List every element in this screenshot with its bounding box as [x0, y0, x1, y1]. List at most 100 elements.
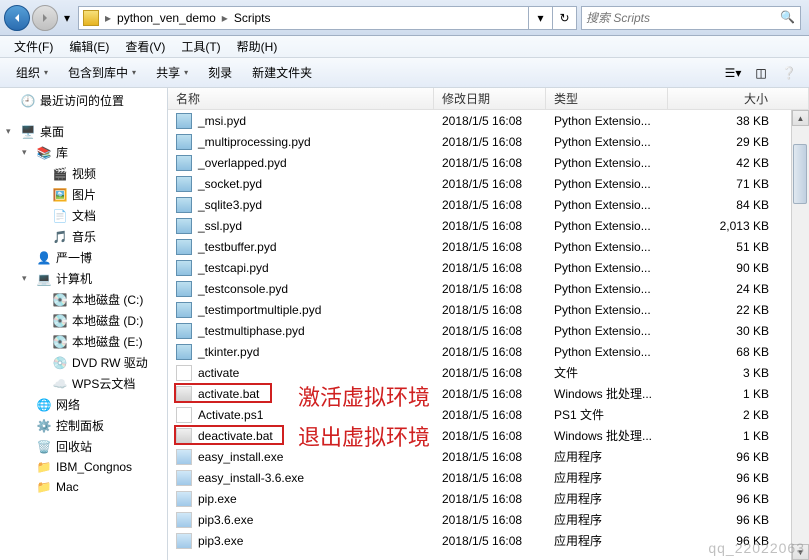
file-row[interactable]: _testimportmultiple.pyd2018/1/5 16:08Pyt… — [168, 299, 809, 320]
chevron-right-icon[interactable]: ▸ — [103, 11, 113, 25]
scroll-up-button[interactable]: ▲ — [792, 110, 809, 126]
menu-view[interactable]: 查看(V) — [117, 38, 173, 55]
dropdown-icon[interactable]: ▾ — [528, 6, 552, 30]
column-type[interactable]: 类型 — [546, 88, 668, 109]
file-row[interactable]: activate.bat2018/1/5 16:08Windows 批处理...… — [168, 383, 809, 404]
tree-computer[interactable]: ▾💻计算机 — [0, 268, 167, 289]
tree-library[interactable]: ▾📚库 — [0, 142, 167, 163]
tree-recent[interactable]: 🕘最近访问的位置 — [0, 90, 167, 111]
scroll-thumb[interactable] — [793, 144, 807, 204]
tree-disk-e[interactable]: 💽本地磁盘 (E:) — [0, 331, 167, 352]
collapse-icon[interactable]: ▾ — [22, 273, 34, 285]
file-row[interactable]: _testbuffer.pyd2018/1/5 16:08Python Exte… — [168, 236, 809, 257]
tree-control[interactable]: ⚙️控制面板 — [0, 415, 167, 436]
watermark: qq_22022063 — [708, 540, 805, 556]
tree-user[interactable]: 👤严一博 — [0, 247, 167, 268]
collapse-icon[interactable]: ▾ — [6, 126, 18, 138]
tree-wps[interactable]: ☁️WPS云文档 — [0, 373, 167, 394]
file-row[interactable]: pip.exe2018/1/5 16:08应用程序96 KB — [168, 488, 809, 509]
computer-icon: 💻 — [36, 271, 52, 287]
disk-icon: 💽 — [52, 334, 68, 350]
file-row[interactable]: _socket.pyd2018/1/5 16:08Python Extensio… — [168, 173, 809, 194]
burn-button[interactable]: 刻录 — [198, 61, 242, 85]
collapse-icon[interactable]: ▾ — [22, 147, 34, 159]
include-button[interactable]: 包含到库中 — [58, 61, 146, 85]
file-row[interactable]: Activate.ps12018/1/5 16:08PS1 文件2 KB — [168, 404, 809, 425]
file-icon — [176, 344, 192, 360]
file-row[interactable]: _sqlite3.pyd2018/1/5 16:08Python Extensi… — [168, 194, 809, 215]
file-type: Python Extensio... — [546, 156, 668, 170]
file-row[interactable]: _msi.pyd2018/1/5 16:08Python Extensio...… — [168, 110, 809, 131]
file-date: 2018/1/5 16:08 — [434, 450, 546, 464]
file-row[interactable]: _testcapi.pyd2018/1/5 16:08Python Extens… — [168, 257, 809, 278]
tree-disk-c[interactable]: 💽本地磁盘 (C:) — [0, 289, 167, 310]
tree-music[interactable]: 🎵音乐 — [0, 226, 167, 247]
breadcrumb-segment[interactable]: Scripts — [230, 7, 275, 29]
tree-network[interactable]: 🌐网络 — [0, 394, 167, 415]
file-row[interactable]: _testmultiphase.pyd2018/1/5 16:08Python … — [168, 320, 809, 341]
search-box[interactable]: 🔍 — [581, 6, 801, 30]
file-icon — [176, 260, 192, 276]
file-type: Python Extensio... — [546, 324, 668, 338]
tree-folder-ibm[interactable]: 📁IBM_Congnos — [0, 457, 167, 477]
tree-video[interactable]: 🎬视频 — [0, 163, 167, 184]
file-type: Python Extensio... — [546, 198, 668, 212]
menu-file[interactable]: 文件(F) — [6, 38, 61, 55]
menu-tools[interactable]: 工具(T) — [173, 38, 228, 55]
menu-edit[interactable]: 编辑(E) — [61, 38, 117, 55]
file-icon — [176, 302, 192, 318]
file-type: Python Extensio... — [546, 114, 668, 128]
file-date: 2018/1/5 16:08 — [434, 471, 546, 485]
back-button[interactable] — [4, 5, 30, 31]
column-name[interactable]: 名称 — [168, 88, 434, 109]
tree-recycle[interactable]: 🗑️回收站 — [0, 436, 167, 457]
forward-button[interactable] — [32, 5, 58, 31]
organize-button[interactable]: 组织 — [6, 61, 58, 85]
tree-desktop[interactable]: ▾🖥️桌面 — [0, 121, 167, 142]
file-row[interactable]: pip3.6.exe2018/1/5 16:08应用程序96 KB — [168, 509, 809, 530]
column-size[interactable]: 大小 — [668, 88, 809, 109]
file-type: Python Extensio... — [546, 240, 668, 254]
file-row[interactable]: easy_install.exe2018/1/5 16:08应用程序96 KB — [168, 446, 809, 467]
refresh-button[interactable]: ↻ — [552, 6, 576, 30]
file-name: activate — [198, 366, 239, 380]
chevron-right-icon[interactable]: ▸ — [220, 11, 230, 25]
toolbar: 组织 包含到库中 共享 刻录 新建文件夹 ☰▾ ◫ ❔ — [0, 58, 809, 88]
file-name: _socket.pyd — [198, 177, 262, 191]
share-button[interactable]: 共享 — [146, 61, 198, 85]
file-row[interactable]: deactivate.bat2018/1/5 16:08Windows 批处理.… — [168, 425, 809, 446]
menu-help[interactable]: 帮助(H) — [229, 38, 286, 55]
tree-picture[interactable]: 🖼️图片 — [0, 184, 167, 205]
new-folder-button[interactable]: 新建文件夹 — [242, 61, 322, 85]
file-name: easy_install-3.6.exe — [198, 471, 304, 485]
file-row[interactable]: activate2018/1/5 16:08文件3 KB — [168, 362, 809, 383]
file-size: 96 KB — [668, 513, 809, 527]
file-row[interactable]: _tkinter.pyd2018/1/5 16:08Python Extensi… — [168, 341, 809, 362]
file-row[interactable]: easy_install-3.6.exe2018/1/5 16:08应用程序96… — [168, 467, 809, 488]
preview-pane-button[interactable]: ◫ — [749, 61, 773, 85]
tree-folder-mac[interactable]: 📁Mac — [0, 477, 167, 497]
file-row[interactable]: _overlapped.pyd2018/1/5 16:08Python Exte… — [168, 152, 809, 173]
tree-docs[interactable]: 📄文档 — [0, 205, 167, 226]
breadcrumb-segment[interactable]: python_ven_demo — [113, 7, 220, 29]
file-row[interactable]: _testconsole.pyd2018/1/5 16:08Python Ext… — [168, 278, 809, 299]
file-icon — [176, 533, 192, 549]
file-date: 2018/1/5 16:08 — [434, 156, 546, 170]
tree-disk-d[interactable]: 💽本地磁盘 (D:) — [0, 310, 167, 331]
search-input[interactable] — [586, 11, 780, 25]
help-button[interactable]: ❔ — [777, 61, 801, 85]
view-mode-button[interactable]: ☰▾ — [721, 61, 745, 85]
file-row[interactable]: _ssl.pyd2018/1/5 16:08Python Extensio...… — [168, 215, 809, 236]
file-name: _tkinter.pyd — [198, 345, 259, 359]
folder-icon: 📁 — [36, 479, 52, 495]
address-bar[interactable]: ▸ python_ven_demo ▸ Scripts ▾ ↻ — [78, 6, 577, 30]
file-name: _sqlite3.pyd — [198, 198, 262, 212]
file-row[interactable]: _multiprocessing.pyd2018/1/5 16:08Python… — [168, 131, 809, 152]
column-date[interactable]: 修改日期 — [434, 88, 546, 109]
history-dropdown[interactable]: ▾ — [60, 5, 74, 31]
disk-icon: 💽 — [52, 313, 68, 329]
file-size: 1 KB — [668, 429, 809, 443]
tree-dvd[interactable]: 💿DVD RW 驱动 — [0, 352, 167, 373]
vertical-scrollbar[interactable]: ▲ ▼ — [791, 110, 809, 560]
file-name: _testcapi.pyd — [198, 261, 269, 275]
